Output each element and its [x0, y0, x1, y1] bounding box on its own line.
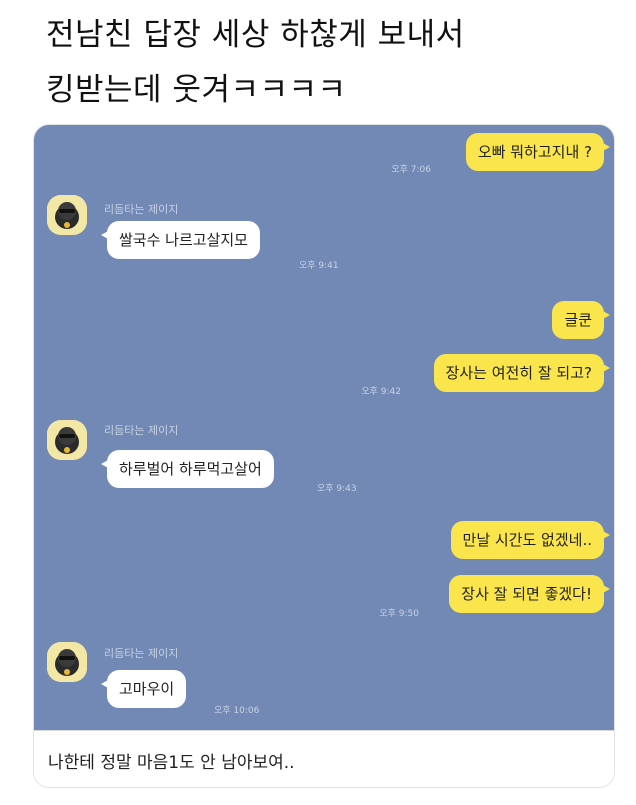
post-title-line-1: 전남친 답장 세상 하찮게 보내서: [46, 17, 465, 53]
message-bubble-sent: 오빠 뭐하고지내 ?: [465, 133, 611, 171]
message-bubble-sent: 만날 시간도 없겠네..: [450, 521, 611, 559]
chat-area[interactable]: 오빠 뭐하고지내 ? 오후 7:06 리듬타는 제이지 쌀국수 나르고살지모 오…: [34, 125, 614, 730]
message-time: 오후 9:42: [361, 387, 401, 397]
character-avatar-icon: [47, 195, 87, 235]
message-bubble-received: 고마우이: [100, 670, 187, 708]
message-time: 오후 9:41: [299, 261, 339, 271]
caption-text: 나한테 정말 마음1도 안 남아보여..: [48, 753, 295, 773]
sender-name: 리듬타는 제이지: [104, 203, 179, 216]
message-time: 오후 9:43: [317, 484, 357, 494]
message-bubble-sent: 장사는 여전히 잘 되고?: [433, 354, 611, 392]
message-time: 오후 7:06: [391, 165, 431, 175]
sender-avatar[interactable]: [47, 642, 87, 682]
message-time: 오후 10:06: [214, 706, 260, 716]
caption-box: 나한테 정말 마음1도 안 남아보여..: [34, 730, 614, 787]
message-time: 오후 9:50: [379, 609, 419, 619]
sender-name: 리듬타는 제이지: [104, 424, 179, 437]
message-bubble-received: 하루벌어 하루먹고살어: [101, 450, 274, 488]
sender-avatar[interactable]: [47, 420, 87, 460]
message-bubble-received: 쌀국수 나르고살지모: [101, 221, 260, 259]
post-title: 전남친 답장 세상 하찮게 보내서 킹받는데 웃겨ㅋㅋㅋㅋ: [46, 8, 606, 118]
screenshot-card: 오빠 뭐하고지내 ? 오후 7:06 리듬타는 제이지 쌀국수 나르고살지모 오…: [33, 124, 615, 788]
character-avatar-icon: [47, 642, 87, 682]
message-bubble-sent: 장사 잘 되면 좋겠다!: [449, 575, 610, 613]
character-avatar-icon: [47, 420, 87, 460]
sender-name: 리듬타는 제이지: [104, 647, 179, 660]
message-bubble-sent: 글쿤: [552, 301, 610, 339]
post-title-line-2: 킹받는데 웃겨ㅋㅋㅋㅋ: [46, 72, 347, 108]
sender-avatar[interactable]: [47, 195, 87, 235]
